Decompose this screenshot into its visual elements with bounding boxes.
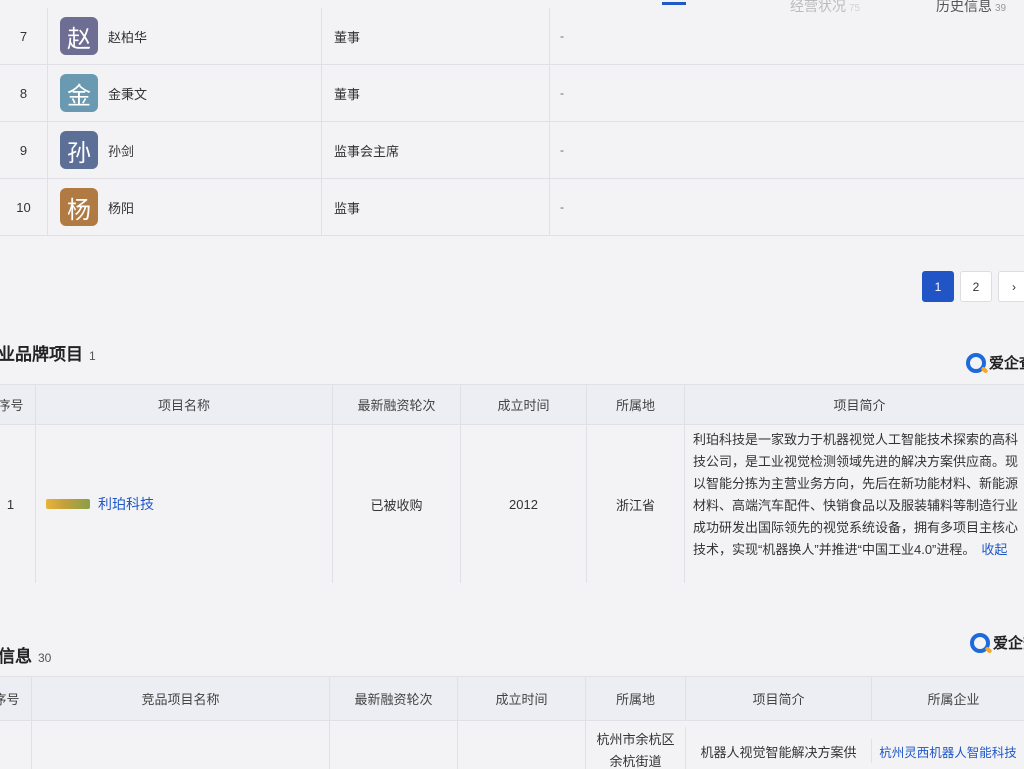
person-cell[interactable]: 金 金秉文 <box>48 65 322 121</box>
founded-cell: 2012 <box>461 425 587 583</box>
role-cell: 监事会主席 <box>322 122 550 178</box>
column-header: 项目简介 <box>686 677 872 720</box>
column-header: 序号 <box>0 677 32 720</box>
extra-cell: - <box>560 86 564 100</box>
person-cell[interactable]: 杨 杨阳 <box>48 179 322 235</box>
project-intro-cell: 机器人视觉智能解决方案供 <box>686 739 872 763</box>
avatar: 赵 <box>60 17 98 55</box>
extra-cell: - <box>560 29 564 43</box>
column-header: 成立时间 <box>458 677 586 720</box>
competitor-table: 序号 竞品项目名称 最新融资轮次 成立时间 所属地 项目简介 所属企业 杭州市余… <box>0 676 1024 769</box>
role-cell: 董事 <box>322 65 550 121</box>
company-link[interactable]: 杭州灵西机器人智能科技 <box>872 739 1024 763</box>
aiqicha-icon <box>966 352 986 373</box>
section-count: 30 <box>38 651 52 665</box>
person-cell[interactable]: 赵 赵柏华 <box>48 8 322 64</box>
project-name-link[interactable]: 利珀科技 <box>98 494 154 514</box>
section-title-text: 业品牌项目 <box>0 345 83 364</box>
column-header: 所属地 <box>586 677 686 720</box>
column-header: 所属地 <box>587 385 685 424</box>
aiqicha-label: 爱企查 <box>989 355 1024 372</box>
aiqicha-logo: 爱企查 <box>970 632 1024 653</box>
brand-project-table: 序号 项目名称 最新融资轮次 成立时间 所属地 项目简介 1 利珀科技 已被收购… <box>0 384 1024 583</box>
row-number <box>0 721 32 769</box>
funding-round-cell: 已被收购 <box>333 425 461 583</box>
avatar: 孙 <box>60 131 98 169</box>
table-row: 8 金 金秉文 董事 - <box>0 65 1024 122</box>
column-header: 成立时间 <box>461 385 587 424</box>
table-header: 序号 项目名称 最新融资轮次 成立时间 所属地 项目简介 <box>0 385 1024 425</box>
section-title-brand-projects: 业品牌项目 1 <box>0 340 96 365</box>
column-header: 项目名称 <box>36 385 333 424</box>
project-name-cell: 利珀科技 <box>36 425 333 583</box>
section-count: 1 <box>89 349 96 363</box>
person-cell[interactable]: 孙 孙剑 <box>48 122 322 178</box>
role-cell: 董事 <box>322 8 550 64</box>
aiqicha-label: 爱企查 <box>993 635 1024 652</box>
row-number: 8 <box>0 65 48 121</box>
column-header: 最新融资轮次 <box>330 677 458 720</box>
table-row: 10 杨 杨阳 监事 - <box>0 179 1024 236</box>
role-cell: 监事 <box>322 179 550 235</box>
column-header: 最新融资轮次 <box>333 385 461 424</box>
collapse-link[interactable]: 收起 <box>981 542 1007 557</box>
page: 经营状况 75 历史信息 39 7 赵 赵柏华 董事 - 8 金 金秉文 董事 - … <box>0 0 1024 769</box>
column-header: 竞品项目名称 <box>32 677 330 720</box>
person-name[interactable]: 赵柏华 <box>108 27 147 46</box>
active-tab-indicator <box>662 2 686 5</box>
extra-cell: - <box>560 200 564 214</box>
table-row: 7 赵 赵柏华 董事 - <box>0 8 1024 65</box>
column-header: 项目简介 <box>685 385 1024 424</box>
page-button-1[interactable]: 1 <box>922 271 954 302</box>
project-intro-text: 利珀科技是一家致力于机器视觉人工智能技术探索的高科技公司，是工业视觉检测领域先进… <box>693 432 1019 557</box>
page-button-2[interactable]: 2 <box>960 271 992 302</box>
funding-round-cell <box>330 721 458 769</box>
chevron-right-icon[interactable]: › <box>998 271 1024 302</box>
aiqicha-logo: 爱企查 <box>966 352 1024 373</box>
row-number: 10 <box>0 179 48 235</box>
project-name-cell <box>32 721 330 769</box>
person-name[interactable]: 金秉文 <box>108 84 147 103</box>
section-title-text: 信息 <box>0 647 32 666</box>
pagination: 1 2 › <box>922 271 1024 302</box>
row-number: 9 <box>0 122 48 178</box>
row-number: 7 <box>0 8 48 64</box>
table-row: 9 孙 孙剑 监事会主席 - <box>0 122 1024 179</box>
location-cell: 浙江省 <box>587 425 685 583</box>
table-header: 序号 竞品项目名称 最新融资轮次 成立时间 所属地 项目简介 所属企业 <box>0 677 1024 721</box>
location-cell: 杭州市余杭区余杭街道 <box>586 727 686 769</box>
avatar: 杨 <box>60 188 98 226</box>
founded-cell <box>458 721 586 769</box>
project-intro-cell: 利珀科技是一家致力于机器视觉人工智能技术探索的高科技公司，是工业视觉检测领域先进… <box>685 425 1024 583</box>
person-name[interactable]: 孙剑 <box>108 141 134 160</box>
project-logo <box>46 499 90 509</box>
extra-cell: - <box>560 143 564 157</box>
aiqicha-icon <box>970 632 990 653</box>
person-name[interactable]: 杨阳 <box>108 198 134 217</box>
row-number: 1 <box>0 425 36 583</box>
column-header: 所属企业 <box>872 677 1024 720</box>
section-title-competitors: 信息 30 <box>0 642 51 667</box>
avatar: 金 <box>60 74 98 112</box>
column-header: 序号 <box>0 385 36 424</box>
